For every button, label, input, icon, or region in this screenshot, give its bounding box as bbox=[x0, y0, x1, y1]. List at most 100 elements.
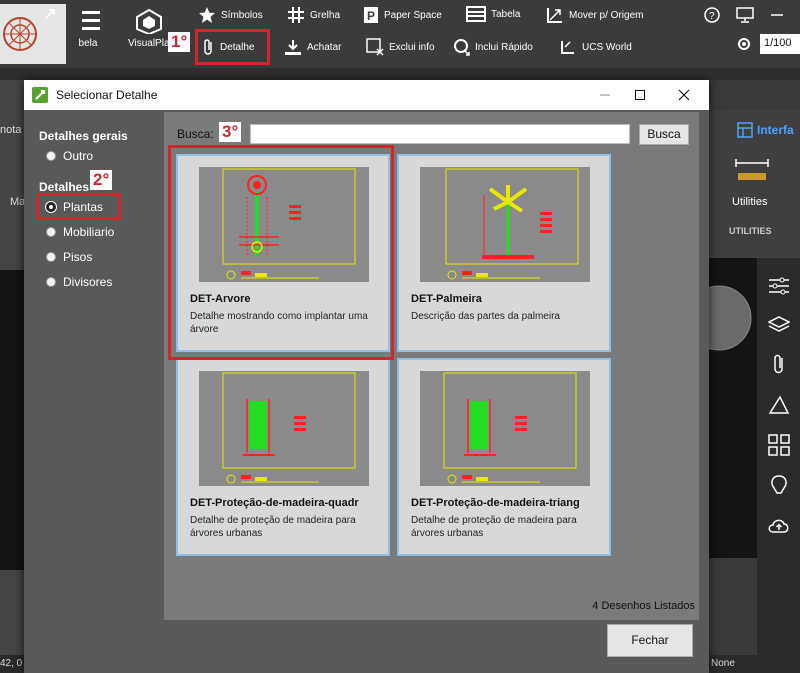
detail-card-arvore[interactable]: DET-Arvore Detalhe mostrando como implan… bbox=[176, 154, 390, 352]
tabela-large-button[interactable]: bela bbox=[78, 8, 102, 49]
wood-protection-square-drawing bbox=[222, 372, 356, 484]
app-logo[interactable] bbox=[0, 4, 66, 64]
card-description: Descrição das partes da palmeira bbox=[411, 311, 560, 322]
card-name: DET-Arvore bbox=[190, 293, 251, 305]
category-sidebar: Detalhes gerais Outro Detalhes Plantas M… bbox=[24, 110, 164, 673]
paper-space-label: Paper Space bbox=[384, 9, 442, 21]
card-name: DET-Proteção-de-madeira-quadr bbox=[190, 497, 359, 509]
utilities-label[interactable]: Utilities bbox=[732, 196, 767, 208]
axis-move-icon bbox=[547, 8, 562, 23]
ucs-world-button[interactable]: UCS World bbox=[559, 38, 632, 56]
exclui-info-label: Exclui info bbox=[389, 41, 435, 53]
radio-plantas[interactable]: Plantas bbox=[46, 200, 103, 214]
detalhe-button[interactable]: Detalhe bbox=[203, 38, 254, 56]
dialog-maximize-button[interactable] bbox=[625, 84, 655, 106]
ucs-icon bbox=[561, 41, 574, 54]
group-detalhes: Detalhes bbox=[39, 180, 90, 194]
wood-protection-triangle-drawing bbox=[443, 372, 577, 484]
card-description: Detalhe de proteção de madeira para árvo… bbox=[411, 515, 577, 539]
search-button[interactable]: Busca bbox=[639, 124, 689, 145]
zoom-scale-field[interactable]: 1/100 bbox=[760, 34, 800, 54]
group-detalhes-gerais: Detalhes gerais bbox=[39, 129, 128, 143]
layers-icon[interactable] bbox=[767, 315, 790, 335]
paper-space-icon: P bbox=[364, 7, 378, 23]
status-none-select[interactable]: None bbox=[711, 658, 735, 669]
left-nota-label: nota bbox=[0, 124, 22, 136]
detail-content-panel: Busca: Busca DET-Arvore Detalhe mostrand… bbox=[164, 112, 699, 620]
radio-circle bbox=[46, 227, 56, 237]
expand-arrow-icon bbox=[45, 9, 55, 19]
search-label: Busca: bbox=[177, 127, 214, 141]
dialog-close-button[interactable] bbox=[669, 84, 699, 106]
radio-outro[interactable]: Outro bbox=[46, 149, 93, 163]
detail-card-protecao-triang[interactable]: DET-Proteção-de-madeira-triang Detalhe d… bbox=[397, 358, 611, 556]
detail-card-palmeira[interactable]: DET-Palmeira Descrição das partes da pal… bbox=[397, 154, 611, 352]
simbolos-button[interactable]: Símbolos bbox=[198, 6, 263, 24]
close-icon bbox=[678, 89, 690, 101]
table-icon bbox=[466, 6, 486, 22]
radio-divisores[interactable]: Divisores bbox=[46, 275, 112, 289]
balloon-icon[interactable] bbox=[768, 475, 790, 497]
tabela-small-label: Tabela bbox=[491, 8, 521, 20]
card-name: DET-Proteção-de-madeira-triang bbox=[411, 497, 580, 509]
inclui-rapido-button[interactable]: Inclui Rápido bbox=[452, 38, 533, 56]
card-description: Detalhe de proteção de madeira para árvo… bbox=[190, 515, 356, 539]
include-quick-icon bbox=[454, 39, 470, 56]
simbolos-label: Símbolos bbox=[221, 9, 263, 21]
dialog-minimize-button[interactable] bbox=[590, 84, 620, 106]
measure-icon[interactable] bbox=[768, 395, 790, 415]
radio-circle bbox=[46, 151, 56, 161]
ribbon-substrip bbox=[0, 68, 800, 80]
mover-origem-button[interactable]: Mover p/ Origem bbox=[546, 6, 643, 24]
step-3-badge: 3° bbox=[219, 122, 242, 142]
exclude-info-icon bbox=[366, 38, 384, 56]
attach-icon[interactable] bbox=[772, 354, 786, 376]
flatten-icon bbox=[285, 40, 301, 55]
card-name: DET-Palmeira bbox=[411, 293, 482, 305]
achatar-button[interactable]: Achatar bbox=[284, 38, 341, 56]
help-icon[interactable]: ? bbox=[704, 7, 720, 23]
search-input[interactable] bbox=[250, 124, 630, 144]
utilities-caps-label[interactable]: UTILITIES bbox=[729, 226, 772, 236]
fechar-button[interactable]: Fechar bbox=[607, 624, 693, 657]
view-cube-icon[interactable] bbox=[709, 278, 757, 358]
radio-mobiliario[interactable]: Mobiliario bbox=[46, 225, 114, 239]
minimize-icon bbox=[600, 94, 610, 96]
sliders-icon[interactable] bbox=[768, 276, 790, 296]
radio-pisos-label: Pisos bbox=[63, 250, 93, 264]
paper-space-button[interactable]: P Paper Space bbox=[363, 6, 442, 24]
left-ma-label: Ma bbox=[10, 196, 26, 208]
tabela-button[interactable]: Tabela bbox=[466, 6, 520, 22]
interface-icon bbox=[737, 122, 753, 138]
ruler-icon bbox=[735, 159, 769, 180]
tabela-label: bela bbox=[78, 38, 98, 49]
radio-pisos[interactable]: Pisos bbox=[46, 250, 92, 264]
ribbon: bela VisualPla Símbolos Grelha P Paper S… bbox=[0, 0, 800, 68]
cloud-upload-icon[interactable] bbox=[767, 516, 791, 534]
interface-tab[interactable]: Interfa bbox=[757, 123, 794, 137]
selecionar-detalhe-dialog: Selecionar Detalhe Detalhes gerais Outro… bbox=[24, 80, 709, 673]
radio-divisores-label: Divisores bbox=[63, 275, 113, 289]
gear-icon[interactable] bbox=[736, 36, 752, 52]
blocks-grid-icon[interactable] bbox=[767, 434, 790, 456]
ucs-world-label: UCS World bbox=[582, 41, 632, 53]
maximize-icon bbox=[635, 90, 645, 100]
card-thumbnail bbox=[199, 371, 369, 486]
detail-card-protecao-quadr[interactable]: DET-Proteção-de-madeira-quadr Detalhe de… bbox=[176, 358, 390, 556]
visualplan-icon bbox=[135, 8, 162, 34]
achatar-label: Achatar bbox=[307, 41, 342, 53]
card-thumbnail bbox=[420, 167, 590, 282]
dialog-title: Selecionar Detalhe bbox=[56, 88, 158, 102]
grelha-label: Grelha bbox=[310, 9, 341, 21]
mover-origem-label: Mover p/ Origem bbox=[569, 9, 644, 21]
exclui-info-button[interactable]: Exclui info bbox=[366, 38, 435, 56]
radio-mobiliario-label: Mobiliario bbox=[63, 225, 115, 239]
visualplan-button[interactable]: VisualPla bbox=[128, 8, 170, 49]
grelha-button[interactable]: Grelha bbox=[287, 6, 340, 24]
drawing-canvas-right[interactable] bbox=[709, 258, 757, 558]
minimize-icon[interactable] bbox=[770, 8, 784, 22]
right-toolbar bbox=[757, 258, 800, 658]
menu-lines-icon bbox=[82, 11, 100, 30]
monitor-icon[interactable] bbox=[736, 7, 754, 23]
card-thumbnail bbox=[199, 167, 369, 282]
